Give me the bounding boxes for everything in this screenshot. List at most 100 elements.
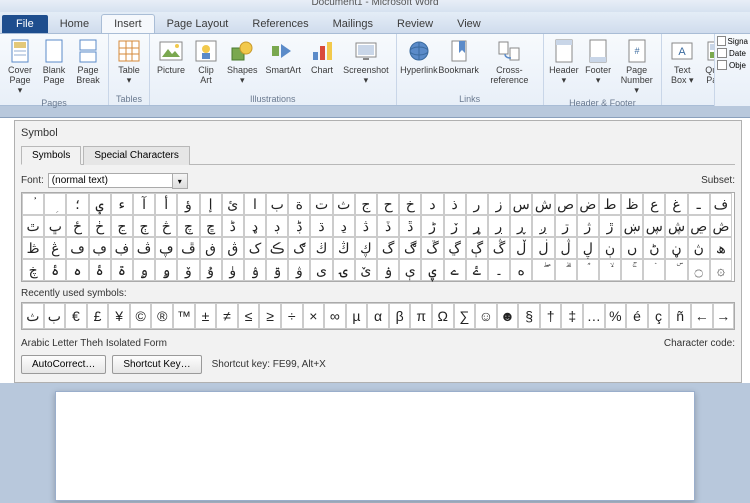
tab-mailings[interactable]: Mailings: [321, 15, 385, 33]
signature-line-button[interactable]: Signa: [717, 36, 748, 46]
symbol-cell[interactable]: ڢ: [89, 237, 111, 259]
symbol-cell[interactable]: ڍ: [333, 215, 355, 237]
symbol-cell[interactable]: ۈ: [222, 259, 244, 281]
recent-symbol-cell[interactable]: ﺙ: [22, 303, 44, 329]
clipart-button[interactable]: Clip Art: [190, 36, 222, 87]
picture-button[interactable]: Picture: [154, 36, 188, 77]
symbol-cell[interactable]: ڧ: [200, 237, 222, 259]
symbol-cell[interactable]: چ: [177, 215, 199, 237]
symbol-cell[interactable]: ڋ: [288, 215, 310, 237]
symbol-cell[interactable]: ڗ: [555, 215, 577, 237]
recent-symbol-cell[interactable]: £: [87, 303, 109, 329]
symbol-cell[interactable]: ڇ: [200, 215, 222, 237]
symbol-cell[interactable]: ذ: [444, 193, 466, 215]
recent-symbol-cell[interactable]: ≠: [216, 303, 238, 329]
smartart-button[interactable]: SmartArt: [263, 36, 305, 77]
symbol-cell[interactable]: ړ: [466, 215, 488, 237]
symbol-cell[interactable]: ڶ: [532, 237, 554, 259]
symbol-cell[interactable]: ڹ: [599, 237, 621, 259]
symbol-cell[interactable]: ڐ: [399, 215, 421, 237]
symbol-cell[interactable]: ې: [399, 259, 421, 281]
font-input[interactable]: [48, 173, 188, 188]
symbol-cell[interactable]: ص: [555, 193, 577, 215]
recent-symbol-cell[interactable]: é: [626, 303, 648, 329]
autocorrect-button[interactable]: AutoCorrect…: [21, 355, 106, 374]
cover-page-button[interactable]: Cover Page ▾: [4, 36, 36, 97]
header-button[interactable]: Header ▾: [548, 36, 581, 87]
screenshot-button[interactable]: Screenshot ▾: [340, 36, 392, 87]
symbol-cell[interactable]: إ: [200, 193, 222, 215]
symbol-cell[interactable]: ە: [510, 259, 532, 281]
document-page[interactable]: [55, 391, 695, 501]
tab-insert[interactable]: Insert: [101, 14, 155, 33]
symbol-cell[interactable]: ۗ: [555, 259, 577, 281]
recent-symbol-cell[interactable]: ≤: [238, 303, 260, 329]
recent-symbol-cell[interactable]: ±: [195, 303, 217, 329]
symbol-cell[interactable]: س: [510, 193, 532, 215]
symbol-cell[interactable]: ډ: [244, 215, 266, 237]
symbol-cell[interactable]: ح: [377, 193, 399, 215]
recent-symbol-cell[interactable]: ©: [130, 303, 152, 329]
recent-symbol-cell[interactable]: ∞: [324, 303, 346, 329]
symbol-cell[interactable]: ۄ: [133, 259, 155, 281]
recent-symbol-cell[interactable]: ﺏ: [44, 303, 66, 329]
symbol-cell[interactable]: ڻ: [643, 237, 665, 259]
shortcut-key-button[interactable]: Shortcut Key…: [112, 355, 201, 374]
symbol-cell[interactable]: ء: [111, 193, 133, 215]
symbol-cell[interactable]: ک: [244, 237, 266, 259]
symbol-cell[interactable]: ۇ: [200, 259, 222, 281]
blank-page-button[interactable]: Blank Page: [38, 36, 70, 87]
recent-symbol-cell[interactable]: ®: [151, 303, 173, 329]
tab-symbols[interactable]: Symbols: [21, 146, 81, 165]
symbol-cell[interactable]: ج: [355, 193, 377, 215]
symbol-cell[interactable]: ڪ: [266, 237, 288, 259]
symbol-cell[interactable]: ؛: [66, 193, 88, 215]
symbol-cell[interactable]: ۂ: [89, 259, 111, 281]
recent-symbol-cell[interactable]: ñ: [669, 303, 691, 329]
symbol-cell[interactable]: ڑ: [421, 215, 443, 237]
symbol-cell[interactable]: ڝ: [688, 215, 710, 237]
symbol-cell[interactable]: ڞ: [710, 215, 732, 237]
symbol-cell[interactable]: ڨ: [222, 237, 244, 259]
symbol-cell[interactable]: ځ: [66, 215, 88, 237]
symbol-cell[interactable]: ع: [643, 193, 665, 215]
symbol-cell[interactable]: ێ: [355, 259, 377, 281]
date-time-button[interactable]: Date: [717, 48, 748, 58]
symbol-cell[interactable]: ھ: [710, 237, 732, 259]
symbol-cell[interactable]: ت: [310, 193, 332, 215]
symbol-cell[interactable]: ۜ: [665, 259, 687, 281]
recent-symbol-cell[interactable]: ∑: [454, 303, 476, 329]
symbol-cell[interactable]: ڙ: [599, 215, 621, 237]
symbol-cell[interactable]: ڛ: [643, 215, 665, 237]
symbol-cell[interactable]: ڴ: [488, 237, 510, 259]
symbol-cell[interactable]: ڦ: [177, 237, 199, 259]
recent-symbol-cell[interactable]: €: [65, 303, 87, 329]
symbol-cell[interactable]: ث: [333, 193, 355, 215]
page-number-button[interactable]: # Page Number ▾: [616, 36, 657, 97]
symbol-cell[interactable]: ۃ: [111, 259, 133, 281]
symbol-cell[interactable]: ۞: [710, 259, 732, 281]
symbol-cell[interactable]: ژ: [577, 215, 599, 237]
symbol-cell[interactable]: ڂ: [89, 215, 111, 237]
symbol-cell[interactable]: څ: [155, 215, 177, 237]
recent-symbol-cell[interactable]: µ: [346, 303, 368, 329]
symbol-cell[interactable]: ڊ: [266, 215, 288, 237]
symbol-cell[interactable]: آ: [133, 193, 155, 215]
table-button[interactable]: Table ▾: [113, 36, 145, 87]
recent-symbol-cell[interactable]: →: [713, 303, 735, 329]
symbol-cell[interactable]: ں: [621, 237, 643, 259]
hyperlink-button[interactable]: Hyperlink: [401, 36, 438, 77]
symbol-cell[interactable]: أ: [155, 193, 177, 215]
symbol-cell[interactable]: ڡ: [66, 237, 88, 259]
recent-symbol-cell[interactable]: π: [410, 303, 432, 329]
symbol-cell[interactable]: ڃ: [111, 215, 133, 237]
tab-view[interactable]: View: [445, 15, 493, 33]
symbol-cell[interactable]: ڼ: [665, 237, 687, 259]
file-tab[interactable]: File: [2, 15, 48, 33]
symbol-cell[interactable]: ة: [288, 193, 310, 215]
symbol-cell[interactable]: ڿ: [22, 259, 44, 281]
symbol-cell[interactable]: ئ: [222, 193, 244, 215]
symbol-cell[interactable]: ظ: [621, 193, 643, 215]
symbol-cell[interactable]: ؤ: [177, 193, 199, 215]
tab-review[interactable]: Review: [385, 15, 445, 33]
